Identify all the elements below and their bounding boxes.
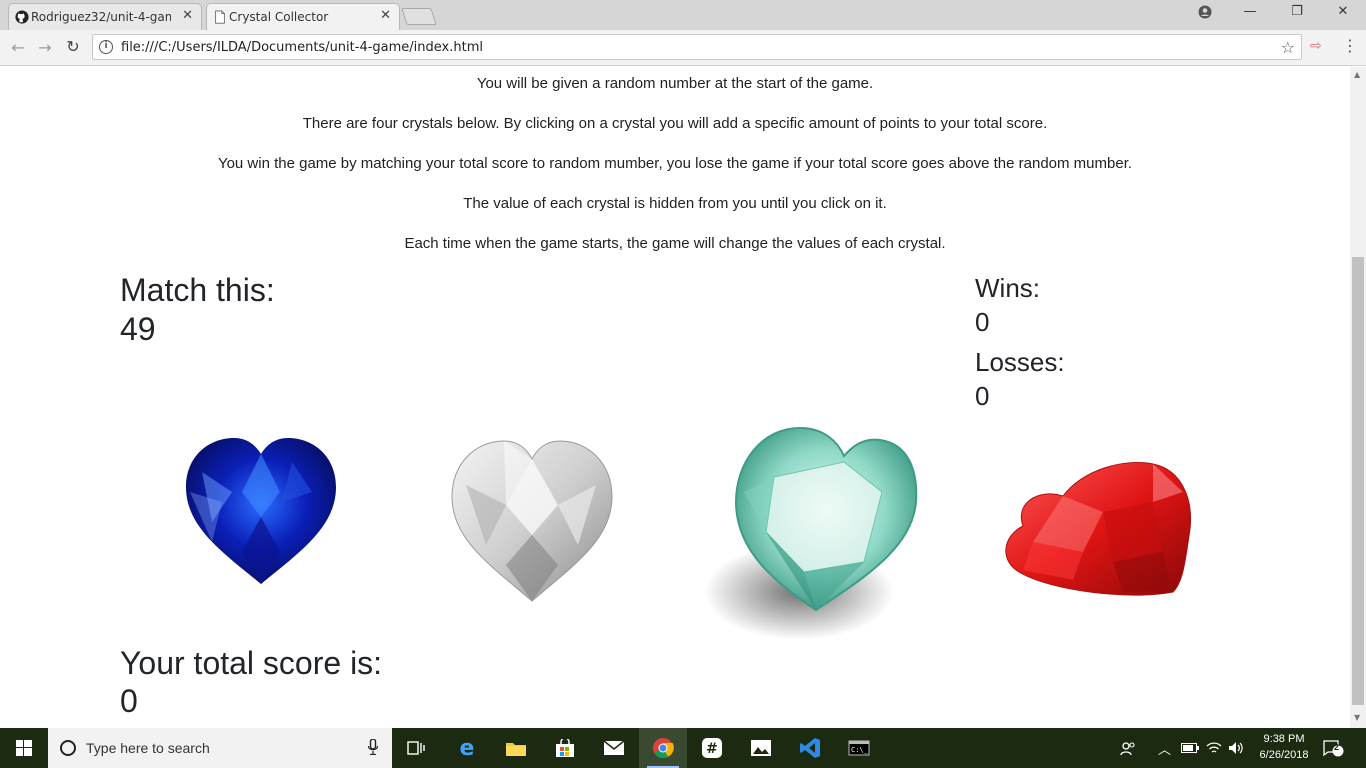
wins-label: Wins: <box>975 273 1040 303</box>
tab-github[interactable]: Rodriguez32/unit-4-gam ✕ <box>8 3 202 30</box>
new-tab-button[interactable] <box>401 8 437 25</box>
taskbar-search-box[interactable]: Type here to search <box>48 728 392 768</box>
windows-taskbar: Type here to search e # C:\_ ︿ 9:38 PM 6… <box>0 728 1366 768</box>
forward-icon[interactable]: → <box>35 38 55 57</box>
scroll-down-icon[interactable]: ▼ <box>1354 713 1360 722</box>
match-label: Match this: <box>120 272 275 308</box>
close-tab-icon[interactable]: ✕ <box>380 8 391 23</box>
losses-value: 0 <box>975 381 990 411</box>
browser-toolbar: ← → ↻ i file:///C:/Users/ILDA/Documents/… <box>0 30 1366 66</box>
clear-heart-crystal[interactable] <box>446 435 618 605</box>
microphone-icon[interactable] <box>368 739 378 755</box>
address-bar[interactable]: i file:///C:/Users/ILDA/Documents/unit-4… <box>92 34 1302 60</box>
instruction-line: You win the game by matching your total … <box>217 155 1133 172</box>
extension-icon[interactable]: ⇨ <box>1310 38 1322 54</box>
close-tab-icon[interactable]: ✕ <box>182 8 193 23</box>
svg-text:#: # <box>706 741 718 757</box>
blue-heart-crystal[interactable] <box>182 432 340 587</box>
scroll-up-icon[interactable]: ▲ <box>1354 70 1360 79</box>
cortana-icon <box>60 740 76 756</box>
file-explorer-icon[interactable] <box>492 728 540 768</box>
total-score-value: 0 <box>120 683 138 719</box>
minimize-icon[interactable]: — <box>1240 4 1260 19</box>
instruction-line: The value of each crystal is hidden from… <box>463 195 887 212</box>
search-placeholder: Type here to search <box>86 740 210 756</box>
bookmark-star-icon[interactable]: ☆ <box>1281 38 1295 57</box>
system-clock[interactable]: 9:38 PM 6/26/2018 <box>1254 731 1314 763</box>
browser-menu-icon[interactable]: ⋮ <box>1342 36 1358 55</box>
edge-icon[interactable]: e <box>443 728 491 768</box>
restore-icon[interactable]: ❐ <box>1287 4 1307 19</box>
losses-label: Losses: <box>975 347 1065 377</box>
back-icon[interactable]: ← <box>8 38 28 57</box>
instruction-line: You will be given a random number at the… <box>476 75 874 92</box>
page-viewport: You will be given a random number at the… <box>0 67 1350 728</box>
mail-icon[interactable] <box>590 728 638 768</box>
close-window-icon[interactable]: ✕ <box>1333 4 1353 19</box>
store-icon[interactable] <box>541 728 589 768</box>
wifi-icon[interactable] <box>1206 728 1222 768</box>
volume-icon[interactable] <box>1228 728 1244 768</box>
windows-logo-icon <box>16 740 32 756</box>
info-icon[interactable]: i <box>99 40 113 54</box>
vscode-icon[interactable] <box>786 728 834 768</box>
tab-crystal-collector[interactable]: Crystal Collector ✕ <box>206 3 400 30</box>
page-icon <box>215 10 225 24</box>
clock-date: 6/26/2018 <box>1259 749 1309 761</box>
chrome-icon[interactable] <box>639 728 687 768</box>
tab-label: Crystal Collector <box>229 10 329 24</box>
clock-time: 9:38 PM <box>1263 733 1305 745</box>
red-heart-crystal[interactable] <box>993 452 1205 608</box>
svg-text:C:\_: C:\_ <box>851 746 869 754</box>
action-center-icon[interactable]: 2 <box>1322 728 1344 768</box>
instruction-line: There are four crystals below. By clicki… <box>302 115 1048 132</box>
browser-tab-bar: Rodriguez32/unit-4-gam ✕ Crystal Collect… <box>0 0 1366 30</box>
total-score-label: Your total score is: <box>120 645 383 681</box>
photos-icon[interactable] <box>737 728 785 768</box>
start-button[interactable] <box>0 728 48 768</box>
wins-value: 0 <box>975 307 990 337</box>
people-icon[interactable] <box>1120 728 1136 768</box>
github-icon <box>15 10 29 24</box>
match-value: 49 <box>120 311 156 347</box>
instruction-line: Each time when the game starts, the game… <box>404 235 946 252</box>
slack-icon[interactable]: # <box>688 728 736 768</box>
reload-icon[interactable]: ↻ <box>63 37 83 56</box>
scrollbar-thumb[interactable] <box>1352 257 1364 705</box>
url-text: file:///C:/Users/ILDA/Documents/unit-4-g… <box>121 39 483 55</box>
task-view-icon[interactable] <box>392 728 440 768</box>
notification-count: 2 <box>1334 742 1340 752</box>
show-hidden-icons-icon[interactable]: ︿ <box>1158 728 1171 768</box>
battery-icon[interactable] <box>1181 728 1199 768</box>
page-scrollbar[interactable]: ▲ ▼ <box>1350 67 1366 728</box>
profile-icon[interactable] <box>1195 5 1215 23</box>
tab-label: Rodriguez32/unit-4-gam <box>31 10 171 24</box>
terminal-icon[interactable]: C:\_ <box>835 728 883 768</box>
aqua-heart-crystal[interactable] <box>704 422 922 644</box>
